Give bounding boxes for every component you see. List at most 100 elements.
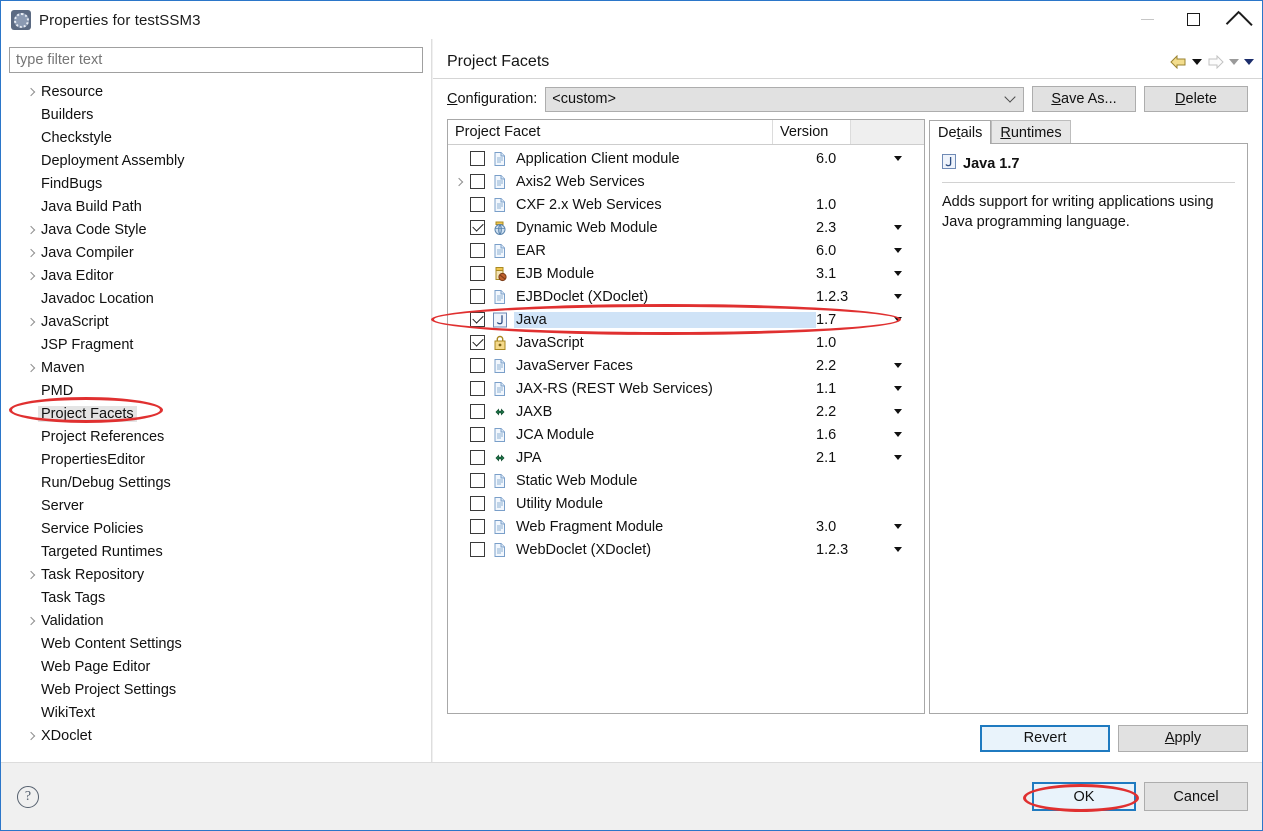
facet-row[interactable]: JavaServer Faces 2.2 <box>448 354 924 377</box>
facet-row-list[interactable]: Application Client module 6.0 Axis2 Web Se… <box>448 145 924 713</box>
facet-version[interactable]: 6.0 <box>816 151 894 167</box>
chevron-right-icon[interactable] <box>23 572 38 578</box>
facet-checkbox[interactable] <box>470 358 485 373</box>
facet-checkbox[interactable] <box>470 266 485 281</box>
sidebar-item-web-page-editor[interactable]: Web Page Editor <box>9 655 423 678</box>
version-chevron-down-icon[interactable] <box>894 317 924 322</box>
facet-row[interactable]: WebDoclet (XDoclet) 1.2.3 <box>448 538 924 561</box>
chevron-right-icon[interactable] <box>23 733 38 739</box>
sidebar-item-findbugs[interactable]: FindBugs <box>9 172 423 195</box>
facet-row[interactable]: EAR 6.0 <box>448 239 924 262</box>
facet-checkbox[interactable] <box>470 220 485 235</box>
facet-checkbox[interactable] <box>470 450 485 465</box>
facet-row[interactable]: Utility Module <box>448 492 924 515</box>
facet-row[interactable]: JPA 2.1 <box>448 446 924 469</box>
facet-checkbox[interactable] <box>470 542 485 557</box>
column-header-project-facet[interactable]: Project Facet <box>448 120 773 144</box>
ok-button[interactable]: OK <box>1032 782 1136 811</box>
facet-version[interactable]: 1.7 <box>816 312 894 328</box>
version-chevron-down-icon[interactable] <box>894 455 924 460</box>
sidebar-item-java-build-path[interactable]: Java Build Path <box>9 195 423 218</box>
delete-button[interactable]: Delete <box>1144 86 1248 112</box>
version-chevron-down-icon[interactable] <box>894 547 924 552</box>
chevron-right-icon[interactable] <box>23 319 38 325</box>
facet-checkbox[interactable] <box>470 496 485 511</box>
facet-checkbox[interactable] <box>470 404 485 419</box>
sidebar-item-targeted-runtimes[interactable]: Targeted Runtimes <box>9 540 423 563</box>
facet-row[interactable]: Axis2 Web Services <box>448 170 924 193</box>
cancel-button[interactable]: Cancel <box>1144 782 1248 811</box>
facet-row[interactable]: EJBDoclet (XDoclet) 1.2.3 <box>448 285 924 308</box>
arrow-back-icon[interactable] <box>1170 54 1187 69</box>
minimize-button[interactable] <box>1124 1 1170 38</box>
help-icon[interactable]: ? <box>17 785 39 808</box>
sidebar-item-project-facets[interactable]: Project Facets <box>9 402 423 425</box>
chevron-right-icon[interactable] <box>23 89 38 95</box>
facet-version[interactable]: 1.6 <box>816 427 894 443</box>
sidebar-item-maven[interactable]: Maven <box>9 356 423 379</box>
tab-details[interactable]: De t ails <box>929 120 992 144</box>
sidebar-item-resource[interactable]: Resource <box>9 80 423 103</box>
version-chevron-down-icon[interactable] <box>894 363 924 368</box>
facet-row[interactable]: Java 1.7 <box>448 308 924 331</box>
sidebar-item-server[interactable]: Server <box>9 494 423 517</box>
sidebar-item-java-compiler[interactable]: Java Compiler <box>9 241 423 264</box>
chevron-right-icon[interactable] <box>23 273 38 279</box>
facet-checkbox[interactable] <box>470 427 485 442</box>
version-chevron-down-icon[interactable] <box>894 225 924 230</box>
facet-row[interactable]: JAX-RS (REST Web Services) 1.1 <box>448 377 924 400</box>
filter-input[interactable] <box>9 47 423 73</box>
sidebar-item-web-content-settings[interactable]: Web Content Settings <box>9 632 423 655</box>
chevron-right-icon[interactable] <box>23 365 38 371</box>
maximize-button[interactable] <box>1170 1 1216 38</box>
version-chevron-down-icon[interactable] <box>894 294 924 299</box>
facet-checkbox[interactable] <box>470 151 485 166</box>
sidebar-item-web-project-settings[interactable]: Web Project Settings <box>9 678 423 701</box>
sidebar-item-validation[interactable]: Validation <box>9 609 423 632</box>
facet-row[interactable]: EJB Module 3.1 <box>448 262 924 285</box>
version-chevron-down-icon[interactable] <box>894 156 924 161</box>
facet-checkbox[interactable] <box>470 174 485 189</box>
version-chevron-down-icon[interactable] <box>894 409 924 414</box>
sidebar-item-java-code-style[interactable]: Java Code Style <box>9 218 423 241</box>
facet-row[interactable]: JavaScript 1.0 <box>448 331 924 354</box>
sidebar-item-pmd[interactable]: PMD <box>9 379 423 402</box>
version-chevron-down-icon[interactable] <box>894 271 924 276</box>
facet-version[interactable]: 2.2 <box>816 404 894 420</box>
facet-version[interactable]: 3.0 <box>816 519 894 535</box>
facet-row[interactable]: Dynamic Web Module 2.3 <box>448 216 924 239</box>
facet-checkbox[interactable] <box>470 381 485 396</box>
sidebar-item-javascript[interactable]: JavaScript <box>9 310 423 333</box>
facet-row[interactable]: Application Client module 6.0 <box>448 147 924 170</box>
settings-tree[interactable]: Resource Builders Checkstyle Deployment Ass… <box>9 80 423 762</box>
facet-version[interactable]: 2.2 <box>816 358 894 374</box>
facet-checkbox[interactable] <box>470 312 485 327</box>
version-chevron-down-icon[interactable] <box>894 248 924 253</box>
version-chevron-down-icon[interactable] <box>894 432 924 437</box>
facet-row[interactable]: Web Fragment Module 3.0 <box>448 515 924 538</box>
facet-checkbox[interactable] <box>470 243 485 258</box>
facet-row[interactable]: Static Web Module <box>448 469 924 492</box>
sidebar-item-service-policies[interactable]: Service Policies <box>9 517 423 540</box>
tab-runtimes[interactable]: Runtimes <box>991 120 1071 144</box>
facet-version[interactable]: 1.2.3 <box>816 289 894 305</box>
sidebar-item-deployment-assembly[interactable]: Deployment Assembly <box>9 149 423 172</box>
facet-version[interactable]: 1.2.3 <box>816 542 894 558</box>
facet-row[interactable]: JCA Module 1.6 <box>448 423 924 446</box>
facet-row[interactable]: JAXB 2.2 <box>448 400 924 423</box>
sidebar-item-java-editor[interactable]: Java Editor <box>9 264 423 287</box>
facet-checkbox[interactable] <box>470 289 485 304</box>
sidebar-item-jsp-fragment[interactable]: JSP Fragment <box>9 333 423 356</box>
version-chevron-down-icon[interactable] <box>894 524 924 529</box>
facet-checkbox[interactable] <box>470 197 485 212</box>
chevron-right-icon[interactable] <box>23 250 38 256</box>
facet-version[interactable]: 2.1 <box>816 450 894 466</box>
revert-button[interactable]: Revert <box>980 724 1110 752</box>
sidebar-item-project-references[interactable]: Project References <box>9 425 423 448</box>
back-history-chevron-down-icon[interactable] <box>1192 58 1202 65</box>
facet-row[interactable]: CXF 2.x Web Services 1.0 <box>448 193 924 216</box>
sidebar-item-checkstyle[interactable]: Checkstyle <box>9 126 423 149</box>
chevron-right-icon[interactable] <box>23 618 38 624</box>
facet-checkbox[interactable] <box>470 519 485 534</box>
facet-version[interactable]: 1.0 <box>816 197 894 213</box>
